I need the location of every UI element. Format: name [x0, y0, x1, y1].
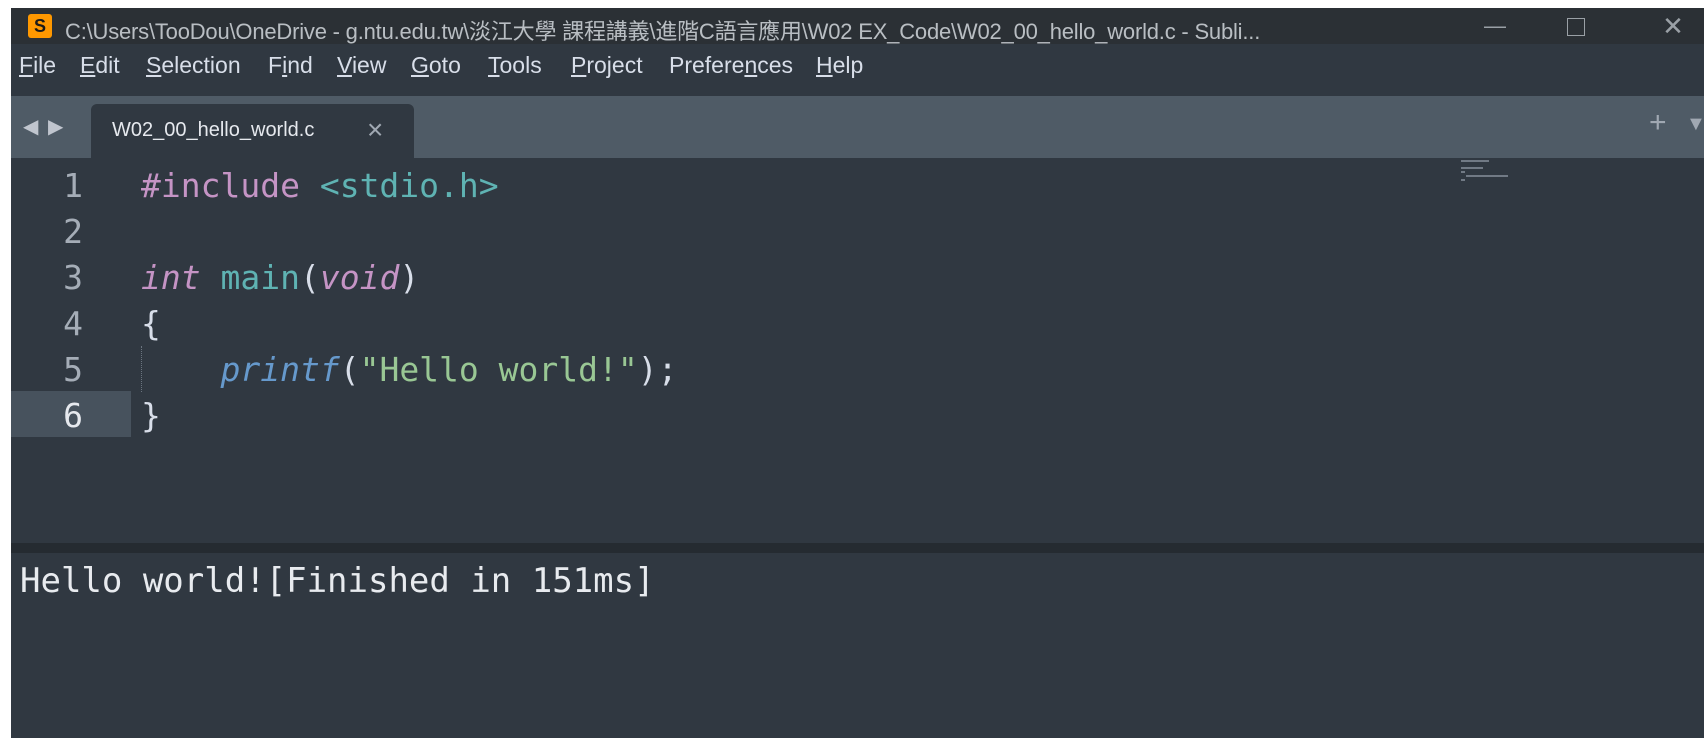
menu-preferences[interactable]: Preferences	[669, 52, 793, 79]
line-number: 6	[63, 396, 83, 435]
menu-view[interactable]: View	[337, 52, 386, 79]
gutter: 3	[11, 253, 131, 299]
code-text: printf("Hello world!");	[220, 350, 678, 389]
code-line: 6 }	[11, 391, 1704, 437]
code-line: 3 int main(void)	[11, 253, 1704, 299]
gutter-active-line: 6	[11, 391, 131, 437]
line-number: 1	[63, 166, 83, 205]
new-tab-icon[interactable]: +	[1649, 106, 1667, 140]
code-line: 1 #include <stdio.h>	[11, 161, 1704, 207]
build-output-text: Hello world![Finished in 151ms]	[20, 561, 655, 601]
gutter: 1	[11, 161, 131, 207]
sublime-text-icon: S	[28, 14, 52, 38]
build-output-panel: Hello world![Finished in 151ms]	[11, 553, 1704, 738]
gutter: 5	[11, 345, 131, 391]
code-line: 5 printf("Hello world!");	[11, 345, 1704, 391]
line-number: 2	[63, 212, 83, 251]
tab-nav-arrows-icon[interactable]: ◀ ▶	[23, 114, 65, 139]
menu-selection[interactable]: Selection	[146, 52, 241, 79]
gutter: 2	[11, 207, 131, 253]
line-number: 5	[63, 350, 83, 389]
menu-bar: File Edit Selection Find View Goto Tools…	[11, 44, 1704, 86]
tab-dropdown-icon[interactable]: ▼	[1686, 113, 1704, 136]
menu-tools[interactable]: Tools	[488, 52, 542, 79]
menu-find[interactable]: Find	[268, 52, 313, 79]
code-editor[interactable]: 1 #include <stdio.h> 2 3 int main(void) …	[11, 158, 1704, 543]
menu-edit[interactable]: Edit	[80, 52, 120, 79]
minimize-icon: —	[1484, 13, 1506, 38]
menu-project[interactable]: Project	[571, 52, 643, 79]
panel-divider[interactable]	[11, 543, 1704, 553]
maximize-button[interactable]	[1546, 8, 1606, 44]
code-line: 2	[11, 207, 1704, 253]
tab-hello-world[interactable]: W02_00_hello_world.c ×	[91, 104, 414, 158]
code-text: #include <stdio.h>	[141, 166, 499, 205]
gutter: 4	[11, 299, 131, 345]
sublime-window: S C:\Users\TooDou\OneDrive - g.ntu.edu.t…	[11, 8, 1704, 738]
line-number: 3	[63, 258, 83, 297]
maximize-icon	[1567, 18, 1585, 37]
code-text: {	[141, 304, 161, 343]
code-text: int main(void)	[141, 258, 420, 297]
tab-close-icon[interactable]: ×	[367, 114, 383, 146]
code-line: 4 {	[11, 299, 1704, 345]
close-icon: ✕	[1662, 11, 1684, 41]
tab-bar: ◀ ▶ W02_00_hello_world.c × + ▼	[11, 96, 1704, 158]
menu-goto[interactable]: Goto	[411, 52, 461, 79]
minimap[interactable]	[1461, 160, 1521, 190]
tab-label: W02_00_hello_world.c	[112, 119, 315, 141]
menu-file[interactable]: File	[19, 52, 56, 79]
window-title: C:\Users\TooDou\OneDrive - g.ntu.edu.tw\…	[65, 19, 1261, 44]
minimize-button[interactable]: —	[1465, 8, 1525, 44]
close-button[interactable]: ✕	[1643, 8, 1703, 44]
code-text: }	[141, 396, 161, 435]
title-bar: S C:\Users\TooDou\OneDrive - g.ntu.edu.t…	[11, 8, 1704, 44]
menu-help[interactable]: Help	[816, 52, 863, 79]
line-number: 4	[63, 304, 83, 343]
